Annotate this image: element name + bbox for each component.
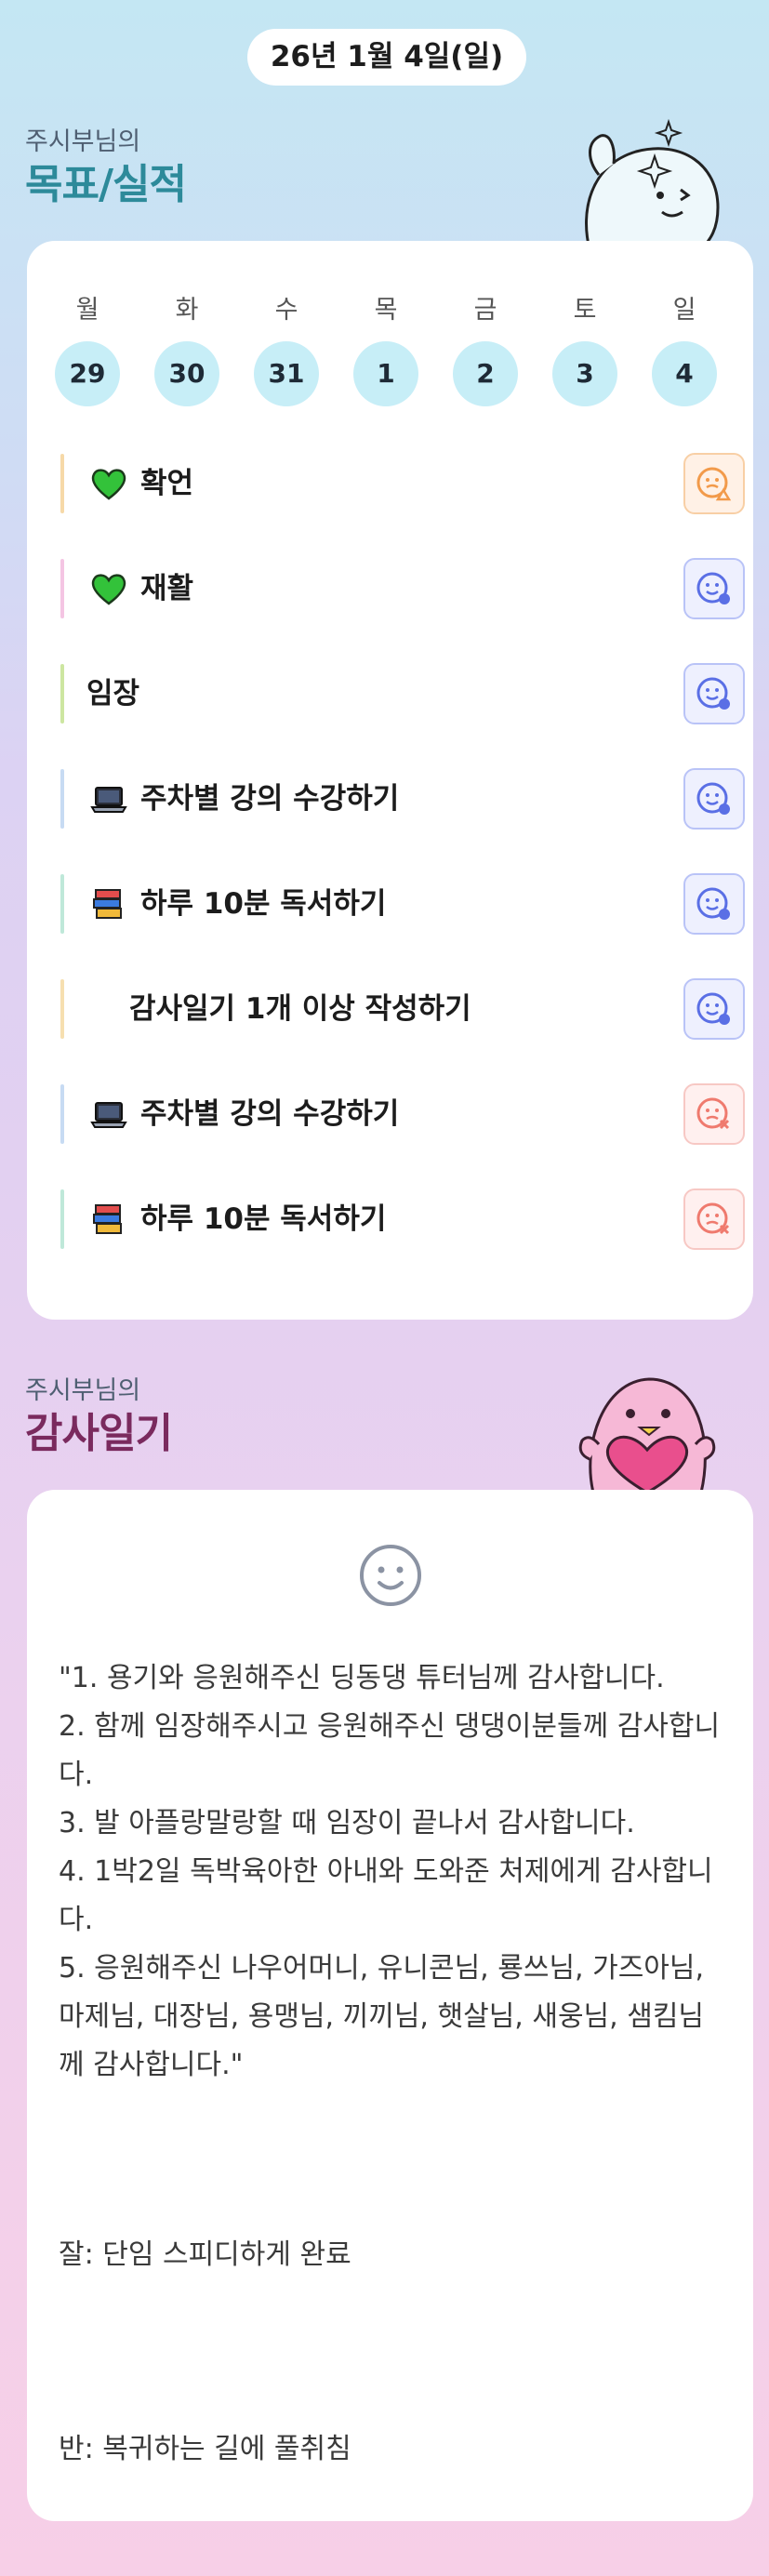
day-name-thu: 목 (374, 296, 398, 325)
goal-row[interactable]: 하루 10분 독서하기 (60, 1186, 745, 1253)
day-name-sat: 토 (573, 296, 597, 325)
goal-color-bar (60, 979, 64, 1039)
journal-good: 잘: 단임 스피디하게 완료 (59, 2238, 351, 2271)
green-heart-icon (91, 469, 126, 500)
face-warning-icon (696, 467, 732, 501)
goal-row[interactable]: 확언 (60, 450, 745, 517)
books-icon (93, 889, 122, 919)
goal-label: 재활 (140, 572, 194, 605)
day-2[interactable]: 2 (453, 341, 518, 406)
goal-label: 주차별 강의 수강하기 (140, 782, 400, 816)
goal-row[interactable]: 감사일기 1개 이상 작성하기 (60, 976, 745, 1042)
status-done-button[interactable] (683, 663, 745, 724)
week-strip: 월 화 수 목 금 토 일 29 30 31 1 2 3 4 (27, 289, 753, 406)
day-name-tue: 화 (175, 296, 199, 325)
day-30[interactable]: 30 (154, 341, 219, 406)
status-fail-button[interactable] (683, 1083, 745, 1145)
status-fail-button[interactable] (683, 1188, 745, 1250)
day-name-wed: 수 (274, 296, 298, 325)
goal-row[interactable]: 하루 10분 독서하기 (60, 870, 745, 937)
goal-color-bar (60, 454, 64, 513)
goal-label: 감사일기 1개 이상 작성하기 (129, 992, 471, 1026)
status-done-button[interactable] (683, 978, 745, 1040)
goal-row[interactable]: 재활 (60, 555, 745, 622)
laptop-icon (90, 1102, 127, 1128)
day-name-mon: 월 (75, 296, 99, 325)
face-check-icon (696, 677, 730, 710)
face-check-icon (696, 992, 730, 1025)
day-name-fri: 금 (473, 296, 497, 325)
face-x-icon (696, 1097, 730, 1130)
laptop-icon (90, 787, 127, 813)
goals-card: 월 화 수 목 금 토 일 29 30 31 1 2 3 4 확언 재활 임장 … (27, 241, 753, 1320)
goal-row[interactable]: 임장 (60, 660, 745, 727)
goal-color-bar (60, 664, 64, 724)
goal-label: 하루 10분 독서하기 (140, 1202, 387, 1236)
goals-section-title: 목표/실적 (25, 161, 187, 208)
goal-color-bar (60, 559, 64, 618)
day-4[interactable]: 4 (652, 341, 717, 406)
status-done-button[interactable] (683, 558, 745, 619)
journal-section-title: 감사일기 (25, 1410, 173, 1457)
goal-row[interactable]: 주차별 강의 수강하기 (60, 1081, 745, 1148)
day-1[interactable]: 1 (353, 341, 418, 406)
goal-label: 주차별 강의 수강하기 (140, 1097, 400, 1131)
goal-row[interactable]: 주차별 강의 수강하기 (60, 765, 745, 832)
face-x-icon (696, 1202, 730, 1235)
day-3[interactable]: 3 (552, 341, 617, 406)
day-31[interactable]: 31 (254, 341, 319, 406)
goal-label: 하루 10분 독서하기 (140, 887, 387, 921)
books-icon (93, 1204, 122, 1234)
journal-card: "1. 용기와 응원해주신 딩동댕 튜터님께 감사합니다. 2. 함께 임장해주… (27, 1490, 753, 2521)
face-check-icon (696, 782, 730, 815)
goal-color-bar (60, 1189, 64, 1249)
status-done-button[interactable] (683, 768, 745, 830)
journal-bad: 반: 복귀하는 길에 풀취침 (59, 2433, 351, 2465)
goal-label: 확언 (140, 467, 194, 500)
ghost-mascot-icon (585, 118, 720, 249)
day-29[interactable]: 29 (55, 341, 120, 406)
status-done-button[interactable] (683, 873, 745, 935)
smile-face-icon (360, 1545, 421, 1606)
date-label[interactable]: 26년 1월 4일(일) (247, 29, 526, 86)
day-name-sun: 일 (672, 296, 696, 325)
goal-color-bar (60, 769, 64, 829)
goal-color-bar (60, 874, 64, 934)
green-heart-icon (91, 574, 126, 605)
face-check-icon (696, 887, 730, 920)
goal-label: 임장 (86, 677, 140, 710)
heart-mascot-icon (578, 1377, 716, 1493)
status-warn-button[interactable] (683, 453, 745, 514)
journal-body: "1. 용기와 응원해주신 딩동댕 튜터님께 감사합니다. 2. 함께 임장해주… (59, 1662, 721, 2081)
face-check-icon (696, 572, 730, 604)
goal-color-bar (60, 1084, 64, 1144)
